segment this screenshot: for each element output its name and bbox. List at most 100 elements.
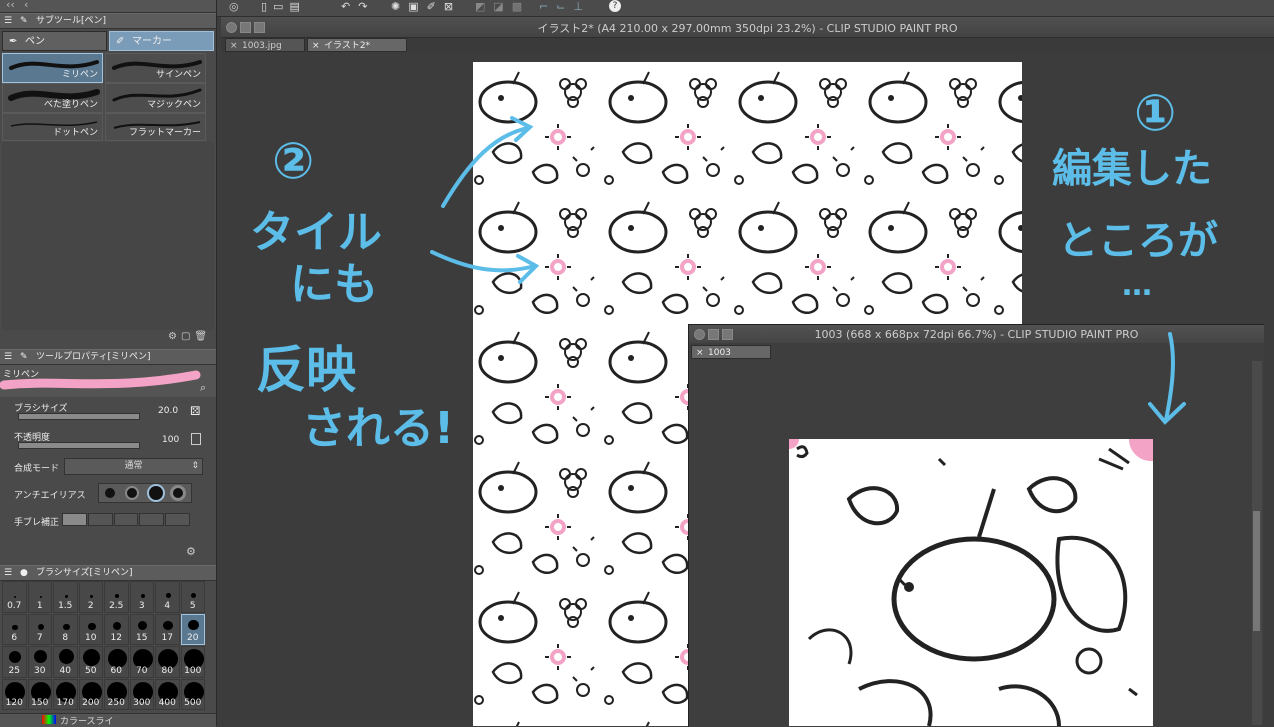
brush-size-option[interactable]: 400 xyxy=(155,678,180,710)
brush-size-option[interactable]: 2.5 xyxy=(104,581,129,613)
close-tab-icon[interactable]: × xyxy=(230,39,238,53)
brush-size-option[interactable]: 15 xyxy=(129,613,154,645)
annotation-number-2: ② xyxy=(272,132,315,190)
brush-magic-pen[interactable]: マジックペン xyxy=(105,83,206,113)
brush-size-option[interactable]: 2 xyxy=(78,581,103,613)
brush-size-option[interactable]: 0.7 xyxy=(2,581,27,613)
brush-size-option[interactable]: 1.5 xyxy=(53,581,78,613)
tab-illust2[interactable]: × イラスト2* xyxy=(307,38,407,52)
brush-size-option[interactable]: 70 xyxy=(129,646,154,678)
brush-size-option[interactable]: 40 xyxy=(53,646,78,678)
brush-sign-pen[interactable]: サインペン xyxy=(105,53,206,83)
brush-size-slider[interactable] xyxy=(18,413,140,420)
brush-size-option[interactable]: 500 xyxy=(180,678,205,710)
antialias-label: アンチエイリアス xyxy=(14,491,86,501)
brush-size-option[interactable]: 150 xyxy=(27,678,52,710)
brush-size-dot xyxy=(87,622,96,631)
stabilizer-slider[interactable] xyxy=(62,513,190,526)
brush-milli-pen[interactable]: ミリペン xyxy=(2,53,103,83)
subtool-panel-header[interactable]: ☰ ✎ サブツール[ペン] xyxy=(0,13,216,29)
brush-size-option[interactable]: 80 xyxy=(155,646,180,678)
brush-size-option[interactable]: 50 xyxy=(78,646,103,678)
blend-mode-select[interactable]: 通常 ⇕ xyxy=(64,458,203,475)
brush-size-option[interactable]: 30 xyxy=(27,646,52,678)
brush-size-option[interactable]: 1 xyxy=(27,581,52,613)
antialias-strong-icon[interactable] xyxy=(173,488,183,498)
brush-size-value: 400 xyxy=(158,698,176,708)
brush-label: サインペン xyxy=(155,70,201,80)
brush-size-dot xyxy=(191,592,197,598)
panel-menu-icon[interactable]: ☰ xyxy=(4,566,12,580)
brush-size-dot xyxy=(188,619,200,631)
opacity-slider[interactable] xyxy=(18,442,140,449)
collapse-icon[interactable]: ‹ xyxy=(24,0,28,11)
brush-size-value: 500 xyxy=(184,698,202,708)
close-tab-icon[interactable]: × xyxy=(312,39,320,53)
tool-property-header[interactable]: ☰ ✎ ツールプロパティ[ミリペン] xyxy=(0,349,216,365)
brush-size-value: 70 xyxy=(136,665,148,676)
brush-size-option[interactable]: 200 xyxy=(78,678,103,710)
brush-size-dot xyxy=(138,621,148,631)
brush-size-option[interactable]: 25 xyxy=(2,646,27,678)
annotation-right-line1: 編集した xyxy=(1052,146,1212,192)
tab-color-slider[interactable]: カラースライ xyxy=(60,714,114,727)
tab-pen[interactable]: ✒ ペン xyxy=(2,31,107,51)
transform-icons[interactable]: ◩◪▩ xyxy=(475,0,530,13)
opacity-toggle[interactable] xyxy=(191,433,201,445)
brush-size-option[interactable]: 300 xyxy=(129,678,154,710)
brush-size-value: 8 xyxy=(62,633,69,643)
brush-size-option[interactable]: 3 xyxy=(129,581,154,613)
brush-size-option[interactable]: 6 xyxy=(2,613,27,645)
close-tab-icon[interactable]: × xyxy=(696,346,704,360)
collapse-left-icon[interactable]: ‹‹ xyxy=(6,0,15,11)
brush-size-option[interactable]: 17 xyxy=(155,613,180,645)
brush-size-option[interactable]: 100 xyxy=(180,646,205,678)
help-icon[interactable]: ? xyxy=(609,0,621,12)
brush-size-option[interactable]: 5 xyxy=(180,581,205,613)
brush-size-value[interactable]: 20.0 xyxy=(158,406,178,416)
brush-size-option[interactable]: 10 xyxy=(78,613,103,645)
tab-1003-jpg[interactable]: × 1003.jpg xyxy=(225,38,305,52)
subtool-group-tabs: ✒ ペン ✐ マーカー xyxy=(2,31,214,51)
panel-menu-icon[interactable]: ☰ xyxy=(4,350,12,364)
app-logo-icon[interactable]: ◎ xyxy=(229,0,239,13)
brush-size-option[interactable]: 60 xyxy=(104,646,129,678)
brush-size-value: 80 xyxy=(161,665,173,676)
brush-fill-pen[interactable]: べた塗りペン xyxy=(2,83,103,113)
brush-dot-pen[interactable]: ドットペン xyxy=(2,113,103,141)
antialias-medium-icon[interactable] xyxy=(149,486,163,500)
brush-size-option[interactable]: 12 xyxy=(104,613,129,645)
antialias-weak-icon[interactable] xyxy=(127,488,137,498)
property-settings-icon[interactable]: ⚙ xyxy=(186,545,196,558)
brush-size-option[interactable]: 7 xyxy=(27,613,52,645)
panel-top-strip: ‹‹ ‹ xyxy=(0,0,216,13)
brush-size-option[interactable]: 4 xyxy=(155,581,180,613)
panel-menu-icon[interactable]: ☰ xyxy=(4,14,12,28)
brush-label: マジックペン xyxy=(146,100,201,110)
subtool-footer-icons[interactable]: ⚙▢🗑 xyxy=(168,331,211,342)
tab-1003[interactable]: × 1003 xyxy=(691,345,771,359)
brush-size-option[interactable]: 8 xyxy=(53,613,78,645)
ruler-icons[interactable]: ⌐⌙⊥ xyxy=(539,0,591,13)
brush-flat-marker[interactable]: フラットマーカー xyxy=(105,113,206,141)
brush-size-option[interactable]: 120 xyxy=(2,678,27,710)
brush-size-option[interactable]: 170 xyxy=(53,678,78,710)
brush-size-panel-header[interactable]: ☰ ● ブラシサイズ[ミリペン] xyxy=(0,565,216,581)
brush-size-option[interactable]: 250 xyxy=(104,678,129,710)
single-tile-canvas[interactable] xyxy=(789,439,1153,726)
antialias-selector[interactable] xyxy=(98,483,192,503)
pressure-icon[interactable]: ⚄ xyxy=(190,404,200,418)
annotation-right-dots: … xyxy=(1122,268,1152,303)
undo-redo-icons[interactable]: ↶↷ xyxy=(341,0,375,13)
vertical-scrollbar[interactable] xyxy=(1252,361,1262,725)
tab-marker[interactable]: ✐ マーカー xyxy=(109,31,214,51)
antialias-none-icon[interactable] xyxy=(105,488,115,498)
brush-size-dot xyxy=(165,593,171,598)
opacity-value[interactable]: 100 xyxy=(162,435,179,445)
magnifier-icon[interactable]: ⌕ xyxy=(200,381,206,395)
brush-size-option[interactable]: 20 xyxy=(180,613,205,645)
selection-tools-icons[interactable]: ✺▣✐⊠ xyxy=(391,0,461,13)
annotation-right-line2: ところが xyxy=(1058,218,1218,264)
scrollbar-thumb[interactable] xyxy=(1253,511,1260,631)
file-icons[interactable]: ▯▭▤ xyxy=(261,0,306,13)
